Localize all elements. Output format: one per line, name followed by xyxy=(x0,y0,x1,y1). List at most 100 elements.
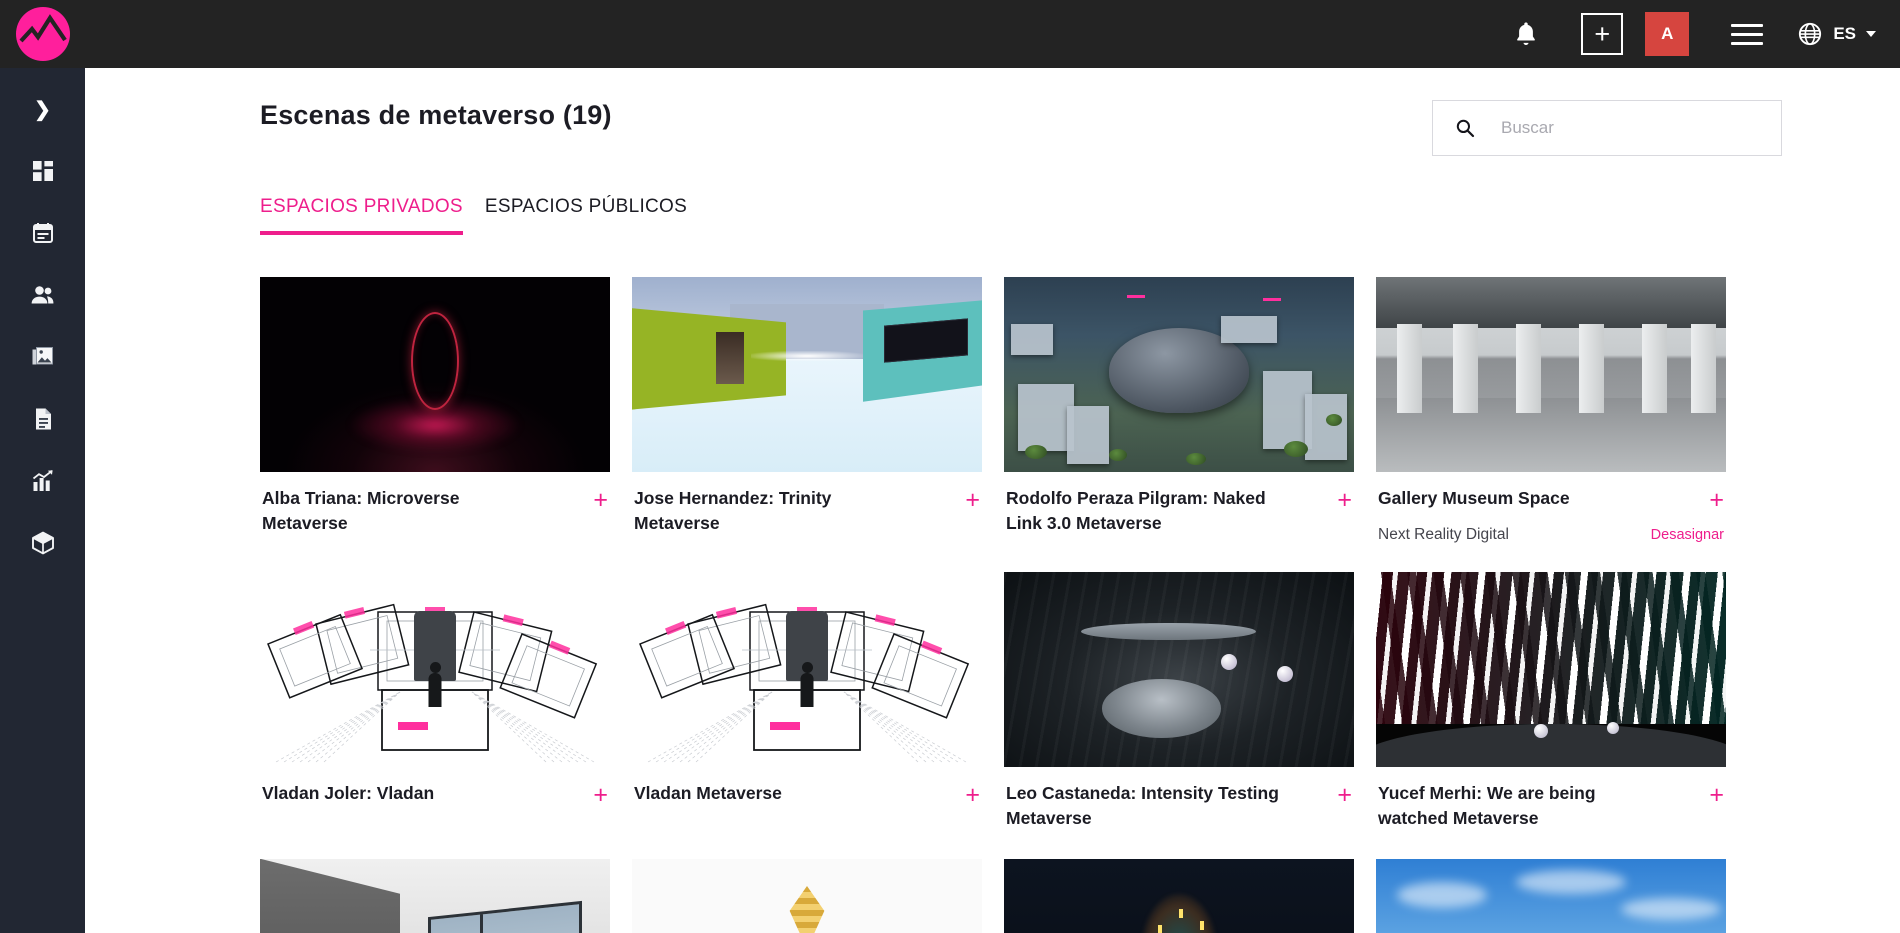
scenes-grid: Alba Triana: Microverse Metaverse + Jose H… xyxy=(85,235,1900,933)
spark xyxy=(1179,909,1183,919)
assign-scene-button[interactable]: + xyxy=(1709,486,1724,513)
sidebar-item-scenes[interactable] xyxy=(0,512,85,574)
red-ring xyxy=(411,311,459,410)
language-selector[interactable]: ES xyxy=(1797,21,1876,47)
language-label: ES xyxy=(1833,24,1856,43)
scene-card xyxy=(632,858,982,933)
chevron-down-icon xyxy=(1866,31,1876,37)
assign-scene-button[interactable]: + xyxy=(1709,781,1724,808)
scene-thumbnail[interactable] xyxy=(260,277,610,472)
search-box[interactable] xyxy=(1432,100,1782,156)
sidebar-item-users[interactable] xyxy=(0,264,85,326)
top-bar-actions: + A ES xyxy=(1493,0,1900,68)
sidebar-item-documents[interactable] xyxy=(0,388,85,450)
column xyxy=(1691,323,1716,414)
tree xyxy=(1109,448,1127,461)
scene-card-body: Jose Hernandez: Trinity Metaverse + xyxy=(632,472,982,536)
scene-card-body: Yucef Merhi: We are being watched Metave… xyxy=(1376,767,1726,831)
tree xyxy=(1326,413,1342,426)
sidebar-item-analytics[interactable] xyxy=(0,450,85,512)
scene-card-body: Alba Triana: Microverse Metaverse + xyxy=(260,472,610,536)
scene-thumbnail[interactable] xyxy=(1376,858,1726,933)
assign-scene-button[interactable]: + xyxy=(593,781,608,808)
tab-espacios-publicos[interactable]: ESPACIOS PÚBLICOS xyxy=(485,196,687,235)
building xyxy=(1067,405,1109,465)
scene-thumbnail[interactable] xyxy=(1004,858,1354,933)
scene-card-body: Vladan Joler: Vladan + xyxy=(260,767,610,808)
hamburger-line xyxy=(1731,32,1764,36)
tree xyxy=(1025,444,1047,459)
ceiling xyxy=(1376,277,1726,328)
chevron-right-icon: ❯ xyxy=(34,98,51,121)
scene-card-header: Rodolfo Peraza Pilgram: Naked Link 3.0 M… xyxy=(1006,486,1352,536)
scene-thumbnail[interactable] xyxy=(632,572,982,767)
orb xyxy=(1277,665,1293,682)
scene-thumbnail[interactable] xyxy=(260,572,610,767)
marker xyxy=(1126,294,1145,298)
scene-card-body: Leo Castaneda: Intensity Testing Metaver… xyxy=(1004,767,1354,831)
building xyxy=(1011,323,1053,355)
notifications-button[interactable] xyxy=(1493,0,1559,68)
spark xyxy=(1158,924,1162,933)
sidebar-item-media[interactable] xyxy=(0,326,85,388)
scene-card: Gallery Museum Space + Next Reality Digita… xyxy=(1376,277,1726,544)
assign-scene-button[interactable]: + xyxy=(965,781,980,808)
scene-thumbnail[interactable] xyxy=(1376,277,1726,472)
sidebar: ❯ xyxy=(0,68,85,933)
cloud xyxy=(1621,897,1721,920)
column xyxy=(1516,323,1541,414)
tree xyxy=(1186,452,1206,465)
window xyxy=(428,901,582,933)
scene-thumbnail[interactable] xyxy=(632,277,982,472)
hamburger-menu-icon[interactable] xyxy=(1719,0,1775,68)
avatar[interactable]: A xyxy=(1645,12,1690,56)
tab-espacios-privados[interactable]: ESPACIOS PRIVADOS xyxy=(260,196,463,235)
scene-title: Gallery Museum Space xyxy=(1378,488,1570,508)
hamburger-line xyxy=(1731,23,1764,27)
add-button[interactable]: + xyxy=(1581,13,1624,55)
lower-disc xyxy=(1102,679,1221,738)
people-icon xyxy=(31,286,53,304)
scene-card-meta: Next Reality Digital Desasignar xyxy=(1378,526,1724,544)
scene-title: Vladan Joler: Vladan xyxy=(262,783,435,803)
scene-card-header: Gallery Museum Space + xyxy=(1378,486,1724,513)
assign-scene-button[interactable]: + xyxy=(593,486,608,513)
light-patch xyxy=(751,351,863,361)
scene-card: Yucef Merhi: We are being watched Metave… xyxy=(1376,572,1726,831)
grid-dashboard-icon xyxy=(32,161,53,181)
sidebar-item-expand[interactable]: ❯ xyxy=(0,78,85,140)
orb xyxy=(1221,653,1237,670)
assign-scene-button[interactable]: + xyxy=(1337,486,1352,513)
scene-thumbnail[interactable] xyxy=(632,858,982,933)
app-logo[interactable] xyxy=(0,0,85,68)
column xyxy=(1579,323,1604,414)
brand-mountain-chart-logo xyxy=(15,7,70,61)
sidebar-item-dashboard[interactable] xyxy=(0,140,85,202)
scene-thumbnail[interactable] xyxy=(1376,572,1726,767)
scene-card-header: Jose Hernandez: Trinity Metaverse + xyxy=(634,486,980,536)
scene-card xyxy=(1376,858,1726,933)
scene-title: Vladan Metaverse xyxy=(634,783,782,803)
ground xyxy=(1376,724,1726,767)
scene-title: Yucef Merhi: We are being watched Metave… xyxy=(1378,783,1596,828)
scene-card-header: Yucef Merhi: We are being watched Metave… xyxy=(1378,781,1724,831)
column xyxy=(1453,323,1478,414)
scene-card-body: Vladan Metaverse + xyxy=(632,767,982,808)
image-gallery-icon xyxy=(32,347,53,365)
search-input[interactable] xyxy=(1501,118,1751,138)
sidebar-item-calendar[interactable] xyxy=(0,202,85,264)
scene-thumbnail[interactable] xyxy=(1004,572,1354,767)
assign-scene-button[interactable]: + xyxy=(965,486,980,513)
cloud xyxy=(1397,882,1487,909)
scene-thumbnail[interactable] xyxy=(260,858,610,933)
scene-thumbnail[interactable] xyxy=(1004,277,1354,472)
building xyxy=(1221,316,1277,344)
scene-card xyxy=(1004,858,1354,933)
unassign-link[interactable]: Desasignar xyxy=(1651,527,1724,543)
chromatic-tint xyxy=(1376,572,1726,725)
scene-card: Leo Castaneda: Intensity Testing Metaver… xyxy=(1004,572,1354,831)
assign-scene-button[interactable]: + xyxy=(1337,781,1352,808)
scene-title: Alba Triana: Microverse Metaverse xyxy=(262,488,460,533)
calendar-icon xyxy=(32,223,53,243)
scene-card: Jose Hernandez: Trinity Metaverse + xyxy=(632,277,982,544)
